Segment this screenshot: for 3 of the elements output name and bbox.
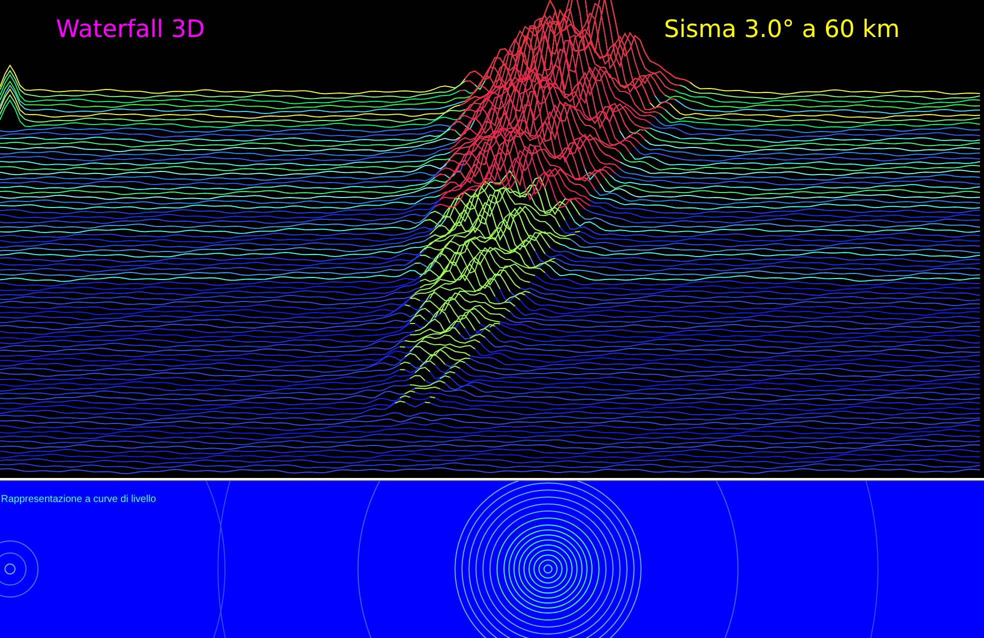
event-label: Sisma 3.0° a 60 km [664,14,900,45]
chart-title: Waterfall 3D [56,14,205,45]
contour-panel-label: Rappresentazione a curve di livello [1,494,156,505]
